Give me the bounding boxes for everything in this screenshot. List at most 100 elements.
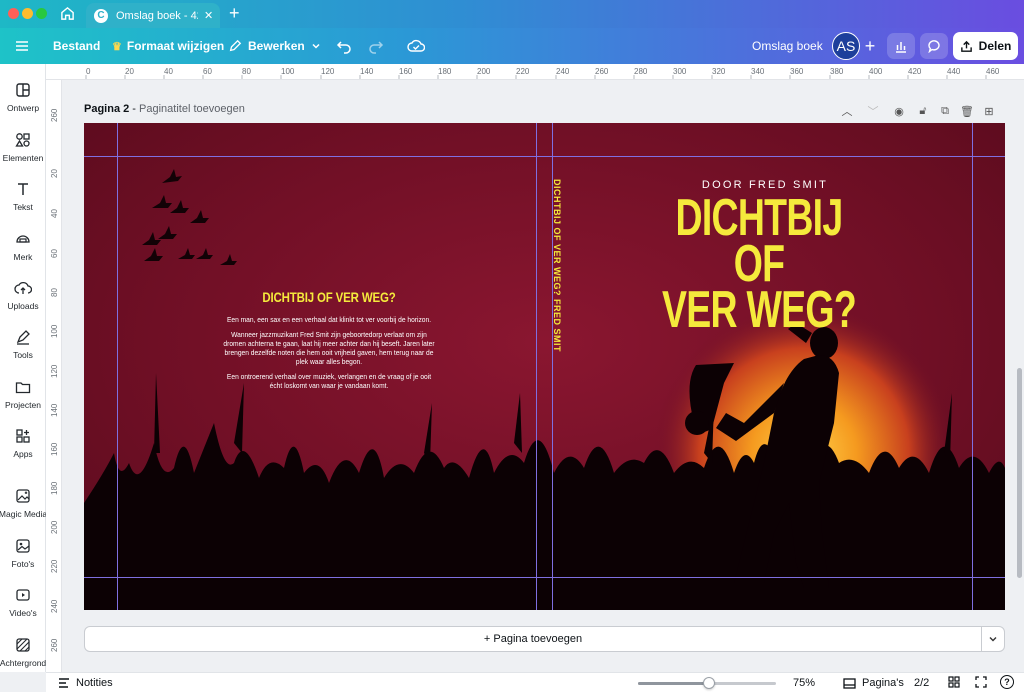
sidebar-item-label: Tools: [13, 350, 33, 360]
browser-tab[interactable]: C Omslag boek - 427... ✕: [86, 3, 220, 28]
sidebar-item-projects[interactable]: Projecten: [0, 378, 46, 410]
page-title-input[interactable]: Paginatitel toevoegen: [139, 103, 245, 115]
close-window-button[interactable]: [8, 8, 19, 19]
sidebar-item-background[interactable]: Achtergrond: [0, 636, 46, 668]
ruler-label: 60: [203, 67, 212, 76]
pen-tool-icon: [16, 330, 30, 345]
chevron-up-icon[interactable]: ︿: [839, 103, 855, 119]
pages-icon: [843, 677, 856, 689]
duplicate-icon[interactable]: ⧉: [937, 103, 953, 119]
share-button[interactable]: Delen: [953, 32, 1018, 60]
redo-button[interactable]: [368, 28, 384, 64]
menu-button[interactable]: [14, 28, 30, 64]
bar-chart-icon: [896, 42, 906, 53]
ruler-label: 220: [516, 67, 530, 76]
ruler-label: 300: [673, 67, 687, 76]
eye-icon[interactable]: ◉: [891, 103, 907, 119]
ruler-label: 360: [790, 67, 804, 76]
ruler-label: 140: [360, 67, 374, 76]
sidebar-item-apps[interactable]: Apps: [0, 427, 46, 459]
trash-icon[interactable]: 🗑︎: [959, 103, 975, 119]
page-header[interactable]: Pagina 2 - Paginatitel toevoegen: [84, 103, 245, 115]
zoom-window-button[interactable]: [36, 8, 47, 19]
save-status-button[interactable]: [407, 28, 425, 64]
ruler-label: 260: [50, 638, 59, 652]
sidebar-item-photos[interactable]: Foto's: [0, 537, 46, 569]
background-pattern-icon: [16, 638, 30, 652]
layout-icon: [16, 83, 30, 97]
canva-favicon-icon: C: [94, 8, 108, 23]
browser-tab-title: Omslag boek - 427...: [116, 9, 198, 22]
chevron-down-icon: [312, 43, 320, 49]
apps-icon: [16, 429, 30, 443]
front-title-line: DICHTBIJ OF: [675, 189, 844, 293]
blurb-paragraph[interactable]: Wanneer jazzmuzikant Fred Smit zijn gebo…: [221, 330, 437, 366]
spine-title[interactable]: DICHTBIJ OF VER WEG? FRED SMIT: [548, 179, 562, 352]
add-page-icon[interactable]: ⊞: [981, 103, 997, 119]
sidebar-item-label: Foto's: [11, 559, 35, 569]
notes-icon: [59, 678, 69, 688]
zoom-level[interactable]: 75%: [793, 677, 815, 689]
sidebar-item-text[interactable]: Tekst: [0, 180, 46, 212]
ruler-label: 240: [50, 599, 59, 613]
zoom-slider[interactable]: [638, 677, 776, 689]
sidebar-item-videos[interactable]: Video's: [0, 586, 46, 618]
sidebar-item-label: Elementen: [2, 153, 44, 163]
insights-button[interactable]: [887, 33, 915, 59]
status-bar: Notities 75% Pagina's 2/2 ?: [46, 672, 1024, 692]
ruler-label: 140: [50, 403, 59, 417]
sidebar-item-elements[interactable]: Elementen: [0, 131, 46, 163]
canvas-scrollbar[interactable]: [1017, 368, 1022, 578]
notes-button[interactable]: Notities: [58, 677, 113, 689]
blurb-paragraph[interactable]: Een ontroerend verhaal over muziek, verl…: [221, 372, 437, 390]
file-menu-button[interactable]: Bestand: [53, 28, 100, 64]
invite-plus-button[interactable]: +: [858, 34, 882, 58]
sidebar-item-magic-media[interactable]: Magic Media: [0, 487, 47, 519]
add-page-dropdown-button[interactable]: [981, 626, 1005, 652]
grid-view-button[interactable]: [948, 676, 960, 688]
fullscreen-button[interactable]: [975, 676, 987, 688]
sidebar-item-label: Merk: [13, 252, 33, 262]
sidebar-item-brand[interactable]: Merk: [0, 230, 46, 262]
ruler-label: 120: [321, 67, 335, 76]
chevron-down-icon[interactable]: ﹀: [865, 103, 881, 119]
lock-icon[interactable]: 🔓︎: [915, 103, 931, 119]
ruler-label: 20: [125, 67, 134, 76]
minimize-window-button[interactable]: [22, 8, 33, 19]
sidebar-item-label: Video's: [9, 608, 37, 618]
page-number-label: Pagina 2: [84, 103, 130, 115]
back-cover-title[interactable]: DICHTBIJ OF VER WEG?: [231, 289, 428, 305]
pages-button[interactable]: Pagina's: [843, 677, 904, 689]
ruler-label: 100: [50, 324, 59, 338]
sidebar-item-uploads[interactable]: Uploads: [0, 279, 46, 311]
ruler-label: 380: [830, 67, 844, 76]
add-page-button[interactable]: + Pagina toevoegen: [84, 626, 982, 652]
ruler-label: 320: [712, 67, 726, 76]
share-label: Delen: [978, 39, 1012, 53]
resize-button[interactable]: ♛ Formaat wijzigen: [112, 28, 224, 64]
blurb-paragraph[interactable]: Een man, een sax en een verhaal dat klin…: [221, 315, 437, 324]
front-cover-title[interactable]: DICHTBIJ OF VER WEG?: [662, 189, 857, 336]
flying-birds: [142, 169, 237, 265]
edit-mode-button[interactable]: Bewerken: [228, 28, 321, 64]
help-button[interactable]: ?: [1000, 675, 1014, 689]
home-icon[interactable]: [60, 6, 75, 21]
sidebar-item-design[interactable]: Ontwerp: [0, 81, 46, 113]
comments-button[interactable]: [920, 33, 948, 59]
grid-view-icon: [948, 676, 960, 688]
ruler-label: 200: [477, 67, 491, 76]
zoom-slider-handle[interactable]: [703, 677, 716, 689]
user-avatar[interactable]: AS: [832, 32, 860, 60]
share-upload-icon: [960, 40, 972, 52]
sidebar-item-tools[interactable]: Tools: [0, 328, 46, 360]
undo-button[interactable]: [336, 28, 352, 64]
back-cover-blurb[interactable]: DICHTBIJ OF VER WEG? Een man, een sax en…: [209, 289, 449, 396]
undo-icon: [336, 41, 351, 54]
close-tab-icon[interactable]: ✕: [204, 9, 213, 22]
document-title[interactable]: Omslag boek: [752, 28, 823, 64]
new-tab-button[interactable]: +: [229, 4, 240, 22]
book-cover-canvas[interactable]: DICHTBIJ OF VER WEG? Een man, een sax en…: [84, 123, 1005, 610]
bleed-guide-right: [972, 123, 973, 610]
sidebar-item-label: Projecten: [5, 400, 41, 410]
spine-guide-left: [536, 123, 537, 610]
